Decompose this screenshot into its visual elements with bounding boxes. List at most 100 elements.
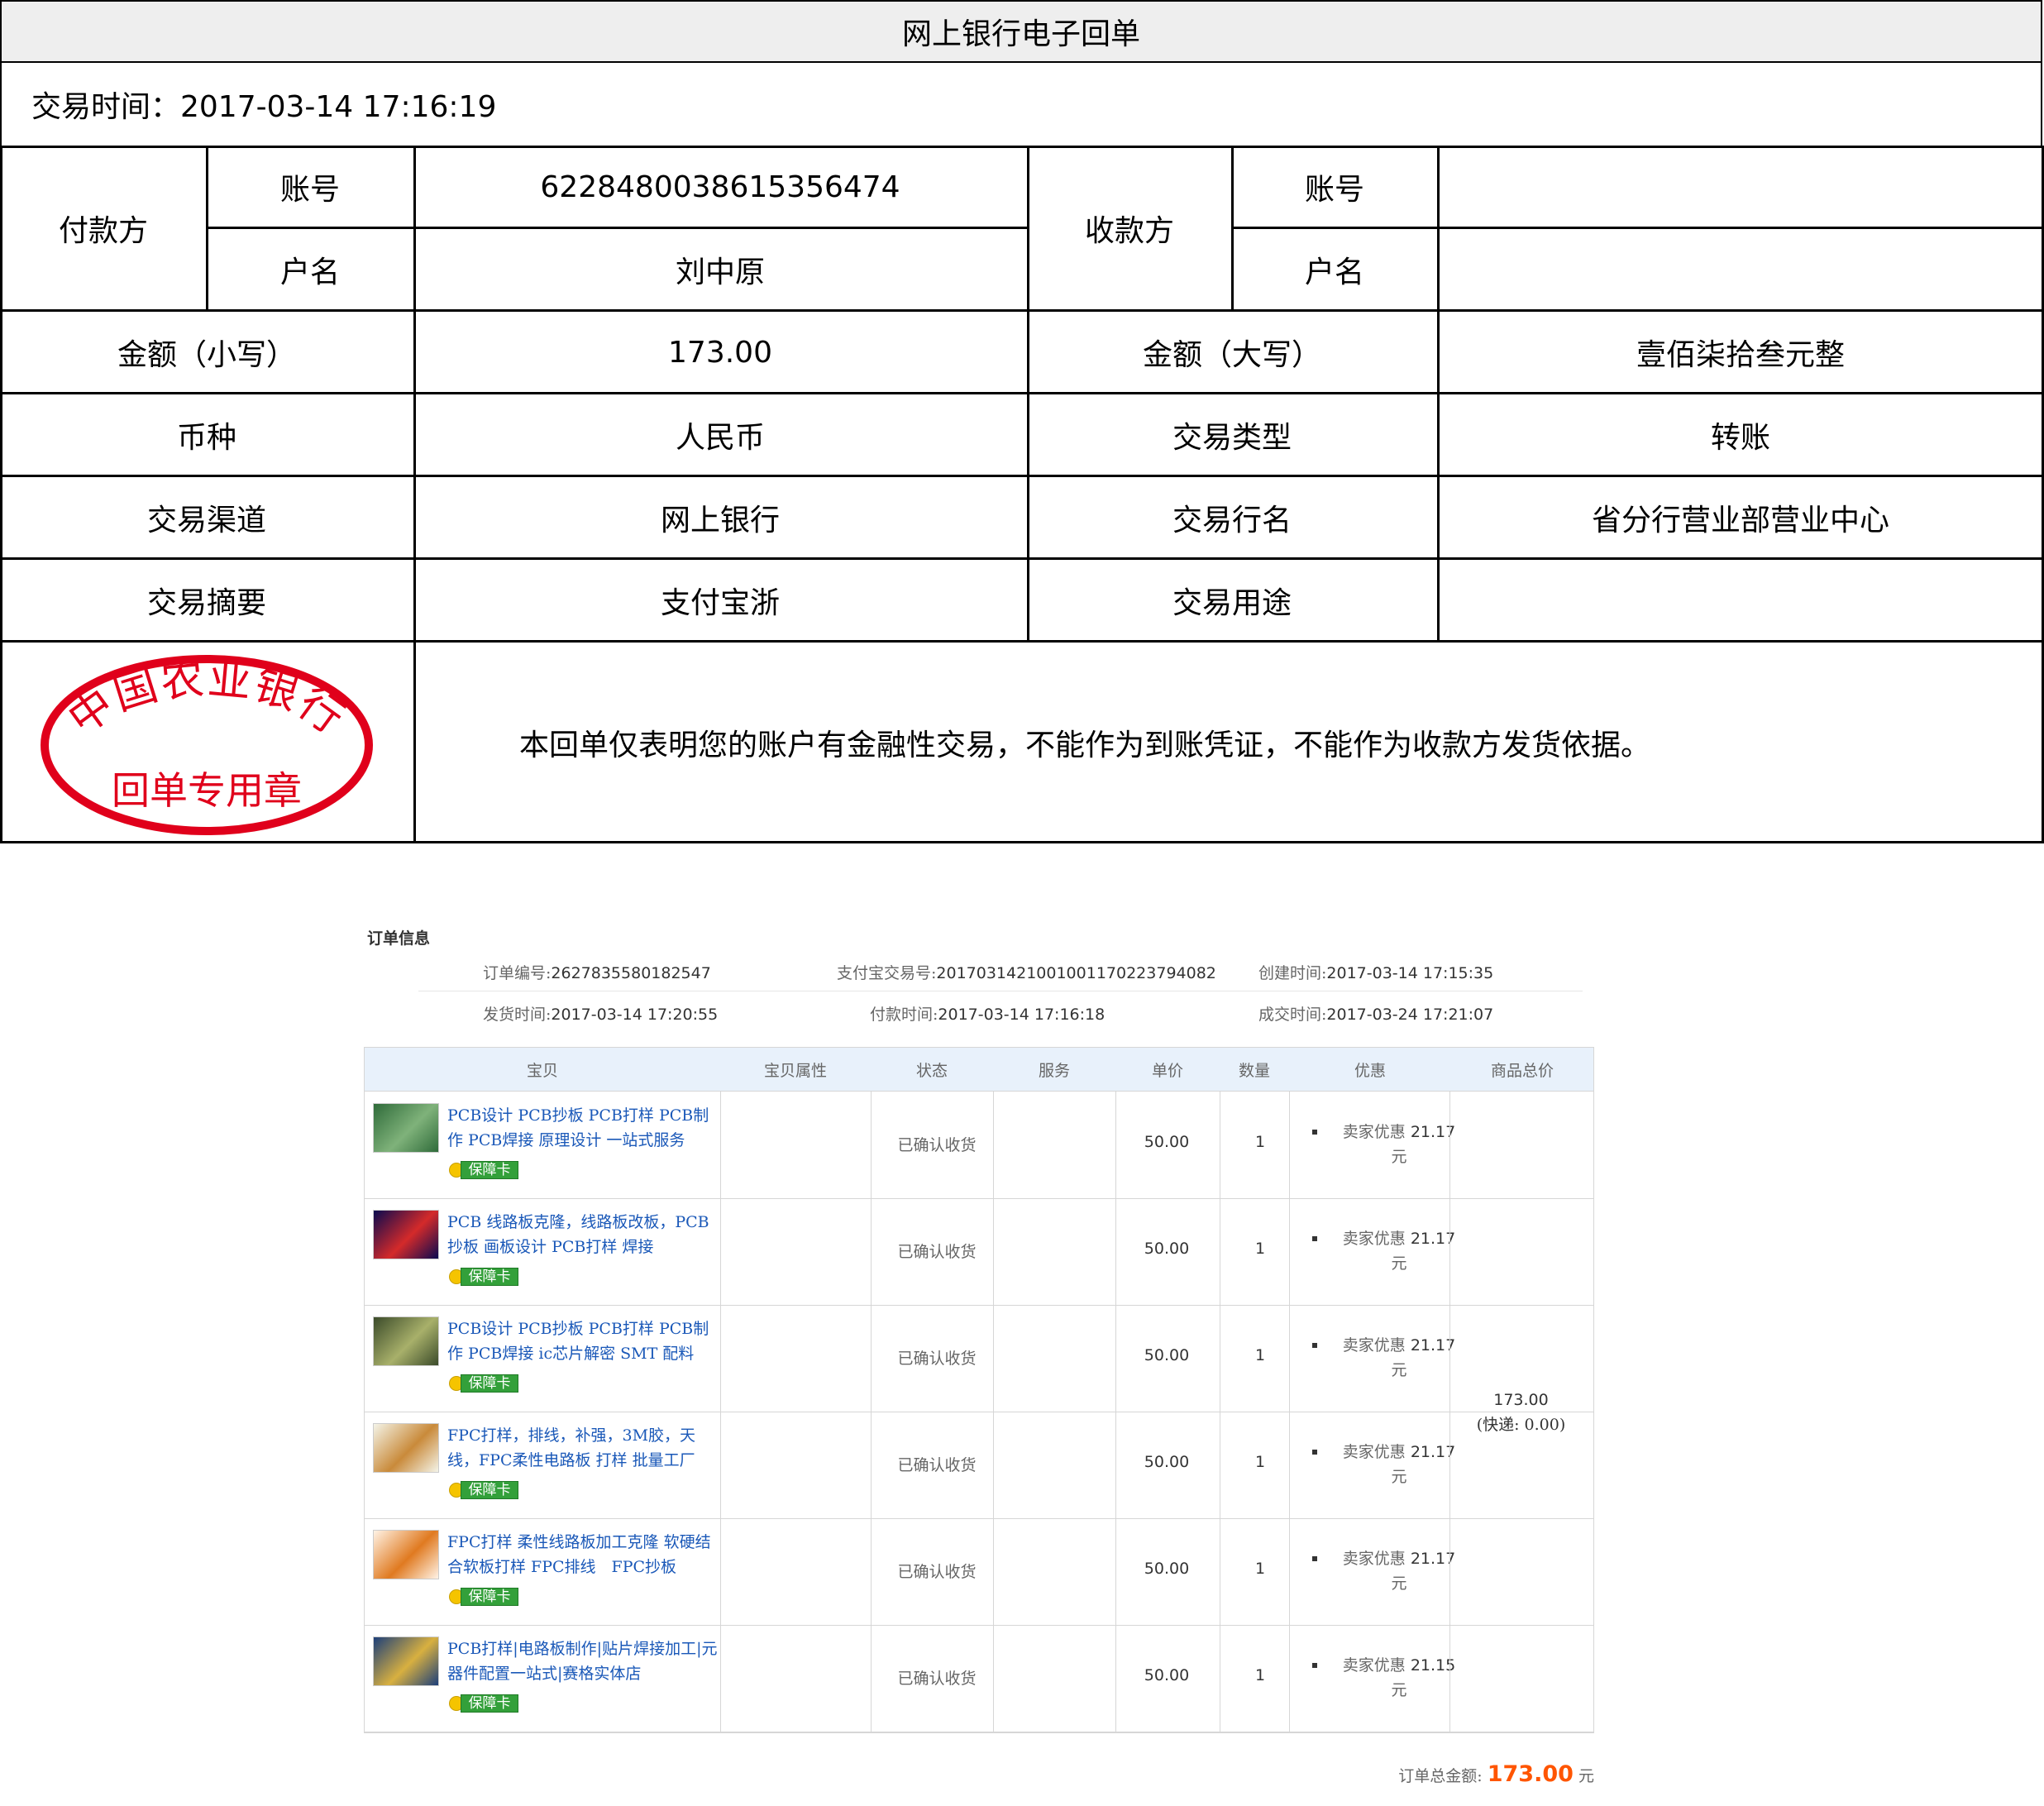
amount-small: 173.00 <box>668 335 772 370</box>
purpose <box>1437 559 2044 642</box>
trade-type-label: 交易类型 <box>1172 421 1292 455</box>
item-quantity: 1 <box>1254 1240 1266 1258</box>
product-link[interactable]: PCB 线路板克隆，线路板改板，PCB抄板 画板设计 PCB打样 焊接 <box>447 1210 720 1259</box>
product-link[interactable]: FPC打样 柔性线路板加工克隆 软硬结合软板打样 FPC排线 FPC抄板 <box>447 1530 720 1579</box>
grand-total-amount: 173.00 <box>1487 1761 1574 1787</box>
item-status: 已确认收货 <box>897 1456 977 1474</box>
order-section-title: 订单信息 <box>367 929 431 948</box>
item-status: 已确认收货 <box>897 1136 977 1154</box>
product-link[interactable]: PCB打样|电路板制作|贴片焊接加工|元器件配置一站式|赛格实体店 <box>447 1636 720 1686</box>
channel-label: 交易渠道 <box>146 504 266 538</box>
currency: 人民币 <box>675 421 765 455</box>
item-price: 50.00 <box>1144 1560 1190 1578</box>
col-qty: 数量 <box>1238 1061 1270 1080</box>
order-number: 订单编号:2627835580182547 <box>483 964 711 982</box>
payee-account-label: 账号 <box>1304 173 1364 207</box>
table-row: PCB设计 PCB抄板 PCB打样 PCB制作 PCB焊接 ic芯片解密 SMT… <box>365 1305 1593 1412</box>
shipped-time: 发货时间:2017-03-14 17:20:55 <box>483 1006 719 1024</box>
bullet-icon <box>1312 1130 1317 1135</box>
guarantee-label: 保障卡 <box>461 1268 518 1286</box>
item-quantity: 1 <box>1254 1346 1266 1364</box>
guarantee-label: 保障卡 <box>461 1694 518 1713</box>
bullet-icon <box>1312 1343 1317 1348</box>
amount-small-label: 金额（小写） <box>117 338 296 372</box>
currency-label: 币种 <box>176 421 236 455</box>
payer-name-label: 户名 <box>279 256 340 289</box>
summary-label: 交易摘要 <box>146 586 266 620</box>
col-item: 宝贝 <box>526 1061 558 1080</box>
product-thumbnail[interactable] <box>373 1530 439 1579</box>
summary: 支付宝浙 <box>660 586 780 620</box>
bank-seal: 中国农业银行 回单专用章 <box>41 654 373 835</box>
product-thumbnail[interactable] <box>373 1316 439 1366</box>
item-status: 已确认收货 <box>897 1670 977 1688</box>
product-link[interactable]: PCB设计 PCB抄板 PCB打样 PCB制作 PCB焊接 ic芯片解密 SMT… <box>447 1316 720 1366</box>
trade-time: 交易时间：2017-03-14 17:16:19 <box>0 63 2042 146</box>
table-row: FPC打样，排线，补强，3M胶，天线，FPC柔性电路板 打样 批量工厂保障卡 已确… <box>365 1412 1593 1519</box>
guarantee-badge[interactable]: 保障卡 <box>449 1694 518 1713</box>
alipay-trade-number: 支付宝交易号:2017031421001001170223794082 <box>837 964 1216 982</box>
item-price: 50.00 <box>1144 1240 1190 1258</box>
guarantee-badge[interactable]: 保障卡 <box>449 1161 518 1179</box>
guarantee-label: 保障卡 <box>461 1161 518 1179</box>
product-thumbnail[interactable] <box>373 1103 439 1153</box>
payee-account <box>1437 146 2044 228</box>
payer-account-label: 账号 <box>279 173 340 207</box>
payee-label: 收款方 <box>1084 214 1174 248</box>
bullet-icon <box>1312 1450 1317 1455</box>
table-row: PCB打样|电路板制作|贴片焊接加工|元器件配置一站式|赛格实体店保障卡 已确认收… <box>365 1625 1593 1732</box>
guarantee-badge[interactable]: 保障卡 <box>449 1588 518 1606</box>
item-price: 50.00 <box>1144 1133 1190 1151</box>
bank-label: 交易行名 <box>1172 504 1292 538</box>
product-link[interactable]: PCB设计 PCB抄板 PCB打样 PCB制作 PCB焊接 原理设计 一站式服务 <box>447 1103 720 1153</box>
item-quantity: 1 <box>1254 1133 1266 1151</box>
created-time: 创建时间:2017-03-14 17:15:35 <box>1258 964 1494 982</box>
amount-big: 壹佰柒拾叁元整 <box>1636 338 1845 372</box>
product-thumbnail[interactable] <box>373 1636 439 1686</box>
deal-time: 成交时间:2017-03-24 17:21:07 <box>1258 1006 1494 1024</box>
bullet-icon <box>1312 1556 1317 1561</box>
order-grand-total: 订单总金额: 173.00 元 <box>1356 1761 1594 1787</box>
payer-label: 付款方 <box>58 214 148 248</box>
shipping-fee: (快递: 0.00) <box>1476 1415 1566 1434</box>
bank-name: 省分行营业部营业中心 <box>1591 504 1889 538</box>
payee-name-label: 户名 <box>1304 256 1364 289</box>
item-status: 已确认收货 <box>897 1563 977 1581</box>
table-row: FPC打样 柔性线路板加工克隆 软硬结合软板打样 FPC排线 FPC抄板保障卡 已… <box>365 1518 1593 1626</box>
payee-name <box>1437 228 2044 311</box>
guarantee-label: 保障卡 <box>461 1588 518 1606</box>
table-row: PCB设计 PCB抄板 PCB打样 PCB制作 PCB焊接 原理设计 一站式服务… <box>365 1092 1593 1199</box>
product-thumbnail[interactable] <box>373 1423 439 1473</box>
amount-big-label: 金额（大写） <box>1142 338 1321 372</box>
guarantee-badge[interactable]: 保障卡 <box>449 1374 518 1393</box>
paid-time: 付款时间:2017-03-14 17:16:18 <box>870 1006 1106 1024</box>
guarantee-badge[interactable]: 保障卡 <box>449 1481 518 1499</box>
receipt-notice: 本回单仅表明您的账户有金融性交易，不能作为到账凭证，不能作为收款方发货依据。 <box>519 729 1651 762</box>
order-items-table: 宝贝 宝贝属性 状态 服务 单价 数量 优惠 商品总价 PCB设计 PCB抄板 … <box>364 1047 1594 1733</box>
trade-type: 转账 <box>1710 421 1770 455</box>
product-thumbnail[interactable] <box>373 1210 439 1259</box>
payer-name: 刘中原 <box>675 256 765 289</box>
guarantee-label: 保障卡 <box>461 1374 518 1393</box>
item-price: 50.00 <box>1144 1346 1190 1364</box>
grand-total-label: 订单总金额: <box>1398 1767 1483 1785</box>
guarantee-badge[interactable]: 保障卡 <box>449 1268 518 1286</box>
seal-bottom-text: 回单专用章 <box>112 768 302 813</box>
item-status: 已确认收货 <box>897 1243 977 1261</box>
seal-top-text: 中国农业银行 <box>60 654 352 744</box>
item-status: 已确认收货 <box>897 1350 977 1368</box>
product-link[interactable]: FPC打样，排线，补强，3M胶，天线，FPC柔性电路板 打样 批量工厂 <box>447 1423 720 1473</box>
col-service: 服务 <box>1038 1061 1070 1080</box>
bank-receipt: 网上银行电子回单 交易时间：2017-03-14 17:16:19 付款方 账号… <box>0 0 2044 843</box>
channel: 网上银行 <box>660 504 780 538</box>
items-total-amount: 173.00 <box>1493 1390 1549 1409</box>
col-status: 状态 <box>915 1061 948 1080</box>
svg-text:中国农业银行: 中国农业银行 <box>60 654 354 744</box>
payer-account: 6228480038615356474 <box>540 170 900 204</box>
receipt-title: 网上银行电子回单 <box>0 0 2042 63</box>
item-quantity: 1 <box>1254 1453 1266 1471</box>
table-header: 宝贝 宝贝属性 状态 服务 单价 数量 优惠 商品总价 <box>365 1048 1593 1092</box>
purpose-label: 交易用途 <box>1172 586 1292 620</box>
col-price: 单价 <box>1151 1061 1183 1080</box>
item-quantity: 1 <box>1254 1666 1266 1684</box>
